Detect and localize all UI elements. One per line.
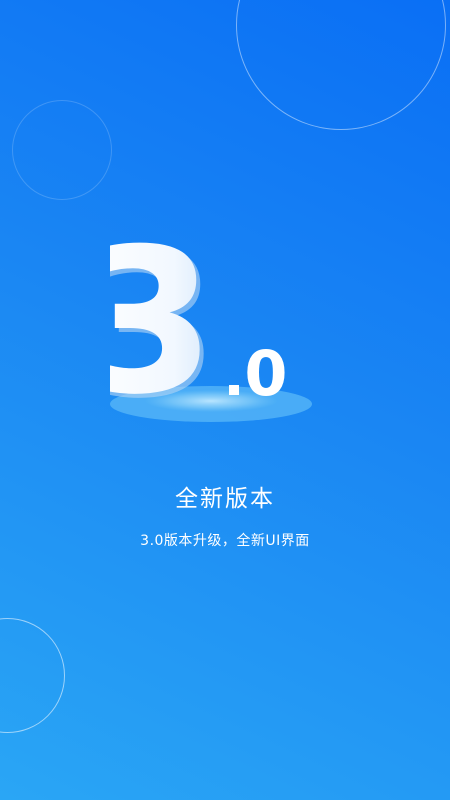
splash-title: 全新版本 <box>175 486 275 512</box>
version-minor-number: 0 <box>244 337 287 410</box>
version-major-number: 3 <box>110 215 216 435</box>
splash-subtitle: 3.0版本升级，全新UI界面 <box>140 533 310 549</box>
version-emblem: 3 3 0 <box>110 215 340 435</box>
version-dot <box>229 385 239 395</box>
decorative-circle-top-left <box>12 100 112 200</box>
splash-screen: 3 3 0 全新版本 3.0版本升级，全新UI界面 <box>0 0 450 800</box>
decorative-circle-bottom-left <box>0 618 65 733</box>
decorative-circle-top-right <box>236 0 446 130</box>
